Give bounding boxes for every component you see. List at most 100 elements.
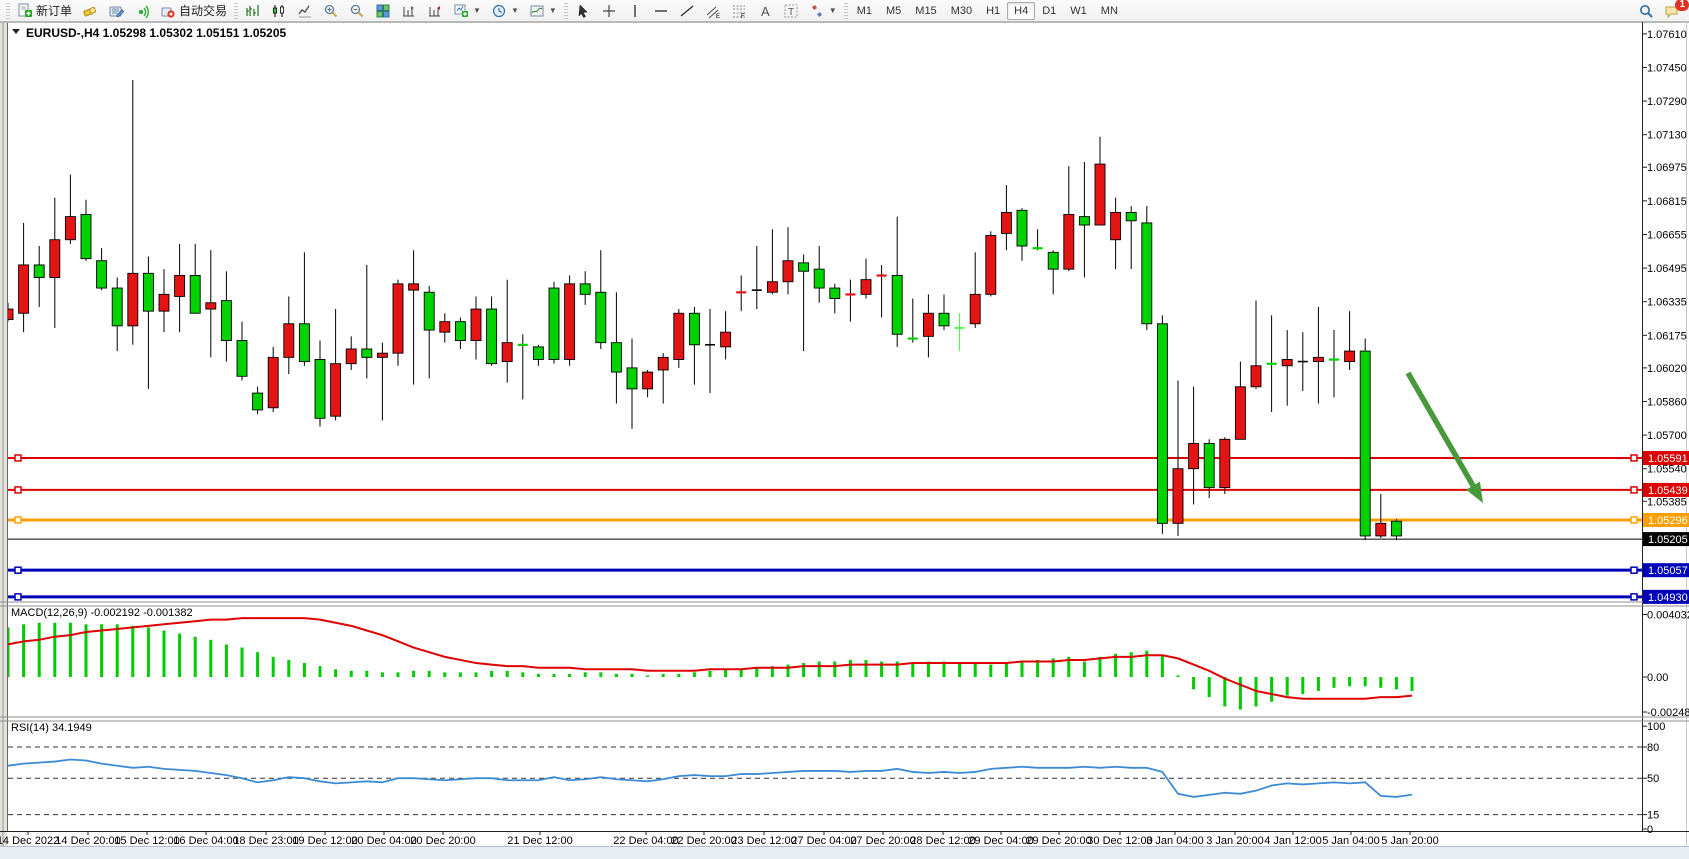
svg-text:15: 15: [1647, 810, 1659, 822]
cursor-icon: [575, 3, 591, 19]
toolbar-grip: [844, 3, 848, 19]
candles-chart-button[interactable]: [266, 1, 292, 21]
line-handle[interactable]: [1631, 487, 1637, 493]
tile-windows-icon: [375, 3, 391, 19]
signal-button[interactable]: [129, 1, 155, 21]
trendline-button[interactable]: [674, 1, 700, 21]
text-icon: A: [757, 3, 773, 19]
price-label-1.05439: 1.05439: [1643, 483, 1689, 497]
tf-h4-button[interactable]: H4: [1007, 2, 1035, 20]
zoom-out-button[interactable]: [344, 1, 370, 21]
price-label-1.05057: 1.05057: [1643, 563, 1689, 577]
new-chart-icon: [453, 3, 469, 19]
chart-window[interactable]: 1.076101.074501.072901.071301.069751.068…: [0, 22, 1689, 846]
tf-mn-button[interactable]: MN: [1094, 2, 1125, 20]
svg-text:1.05057: 1.05057: [1648, 565, 1688, 577]
toolbar-grip: [234, 3, 238, 19]
line-handle[interactable]: [1631, 455, 1637, 461]
line-chart-icon: [297, 3, 313, 19]
line-handle[interactable]: [15, 594, 21, 600]
svg-text:1.05205: 1.05205: [1648, 534, 1688, 546]
search-button[interactable]: [1633, 1, 1659, 21]
text-button[interactable]: A: [752, 1, 778, 21]
vline-icon: [627, 3, 643, 19]
rsi-label: RSI(14) 34.1949: [11, 722, 92, 734]
zoom-in-button[interactable]: [318, 1, 344, 21]
vline-button[interactable]: [622, 1, 648, 21]
price-label-1.04930: 1.04930: [1643, 590, 1689, 604]
svg-text:29 Dec 04:00: 29 Dec 04:00: [968, 835, 1033, 846]
price-axis: 1.076101.074501.072901.071301.069751.068…: [1642, 29, 1687, 508]
tf-h1-button[interactable]: H1: [979, 2, 1007, 20]
svg-text:4 Jan 12:00: 4 Jan 12:00: [1264, 835, 1322, 846]
svg-text:5 Jan 20:00: 5 Jan 20:00: [1381, 835, 1439, 846]
symbol-header[interactable]: EURUSD-,H4 1.05298 1.05302 1.05151 1.052…: [12, 26, 287, 40]
line-handle[interactable]: [15, 455, 21, 461]
cursor-button[interactable]: [570, 1, 596, 21]
timeframe-clock-button[interactable]: ▼: [486, 1, 524, 21]
svg-text:1.06655: 1.06655: [1647, 229, 1687, 241]
svg-text:1.06815: 1.06815: [1647, 196, 1687, 208]
fibonacci-button[interactable]: F: [726, 1, 752, 21]
svg-text:18 Dec 23:00: 18 Dec 23:00: [233, 835, 298, 846]
svg-text:27 Dec 20:00: 27 Dec 20:00: [850, 835, 915, 846]
svg-text:1.06020: 1.06020: [1647, 363, 1687, 375]
line-handle[interactable]: [1631, 567, 1637, 573]
line-handle[interactable]: [15, 567, 21, 573]
bars-chart-button[interactable]: [240, 1, 266, 21]
compose-icon: [108, 3, 124, 19]
autotrade-button[interactable]: 自动交易: [155, 1, 232, 21]
svg-text:1.06975: 1.06975: [1647, 162, 1687, 174]
line-handle[interactable]: [1631, 517, 1637, 523]
order-group: 新订单 自动交易: [4, 0, 232, 22]
svg-text:20 Dec 20:00: 20 Dec 20:00: [410, 835, 475, 846]
price-label-1.05296: 1.05296: [1643, 513, 1689, 527]
tf-w1-button[interactable]: W1: [1063, 2, 1094, 20]
crosshair-button[interactable]: [596, 1, 622, 21]
svg-text:EURUSD-,H4 1.05298 1.05302 1.: EURUSD-,H4 1.05298 1.05302 1.05151 1.052…: [26, 26, 287, 40]
autoscroll-icon: [427, 3, 443, 19]
svg-text:29 Dec 20:00: 29 Dec 20:00: [1026, 835, 1091, 846]
svg-text:-0.002489: -0.002489: [1647, 707, 1689, 719]
zoom-in-icon: [323, 3, 339, 19]
chevron-down-icon: ▼: [511, 6, 519, 15]
fibonacci-icon: F: [731, 3, 747, 19]
line-handle[interactable]: [15, 487, 21, 493]
tf-m30-button[interactable]: M30: [944, 2, 979, 20]
svg-text:28 Dec 12:00: 28 Dec 12:00: [910, 835, 975, 846]
chevron-down-icon: ▼: [473, 6, 481, 15]
tf-m1-button[interactable]: M1: [850, 2, 879, 20]
tf-m15-button[interactable]: M15: [908, 2, 943, 20]
label-button[interactable]: T: [778, 1, 804, 21]
compose-button[interactable]: [103, 1, 129, 21]
svg-text:22 Dec 04:00: 22 Dec 04:00: [613, 835, 678, 846]
new-order-button[interactable]: 新订单: [12, 1, 77, 21]
toolbar-grip: [6, 3, 10, 19]
line-handle[interactable]: [1631, 594, 1637, 600]
trendline-icon: [679, 3, 695, 19]
autoscroll-button[interactable]: [422, 1, 448, 21]
svg-text:0.00: 0.00: [1647, 672, 1668, 684]
svg-text:T: T: [788, 7, 794, 18]
svg-text:1.07290: 1.07290: [1647, 96, 1687, 108]
svg-text:1.05385: 1.05385: [1647, 496, 1687, 508]
hline-button[interactable]: [648, 1, 674, 21]
price-label-1.05205: 1.05205: [1643, 532, 1689, 546]
shapes-button[interactable]: ▼: [804, 1, 842, 21]
line-handle[interactable]: [15, 517, 21, 523]
signal-icon: [134, 3, 150, 19]
tf-m5-button[interactable]: M5: [879, 2, 908, 20]
tile-windows-button[interactable]: [370, 1, 396, 21]
eraser-icon: [82, 3, 98, 19]
line-chart-button[interactable]: [292, 1, 318, 21]
notifications-button[interactable]: 1: [1659, 1, 1685, 21]
svg-text:5 Jan 04:00: 5 Jan 04:00: [1322, 835, 1380, 846]
new-chart-button[interactable]: ▼: [448, 1, 486, 21]
eraser-button[interactable]: [77, 1, 103, 21]
channel-button[interactable]: E: [700, 1, 726, 21]
shift-end-button[interactable]: [396, 1, 422, 21]
tf-d1-button[interactable]: D1: [1035, 2, 1063, 20]
price-chart[interactable]: 1.076101.074501.072901.071301.069751.068…: [0, 22, 1689, 846]
indicator-list-icon: [529, 3, 545, 19]
indicator-list-button[interactable]: ▼: [524, 1, 562, 21]
